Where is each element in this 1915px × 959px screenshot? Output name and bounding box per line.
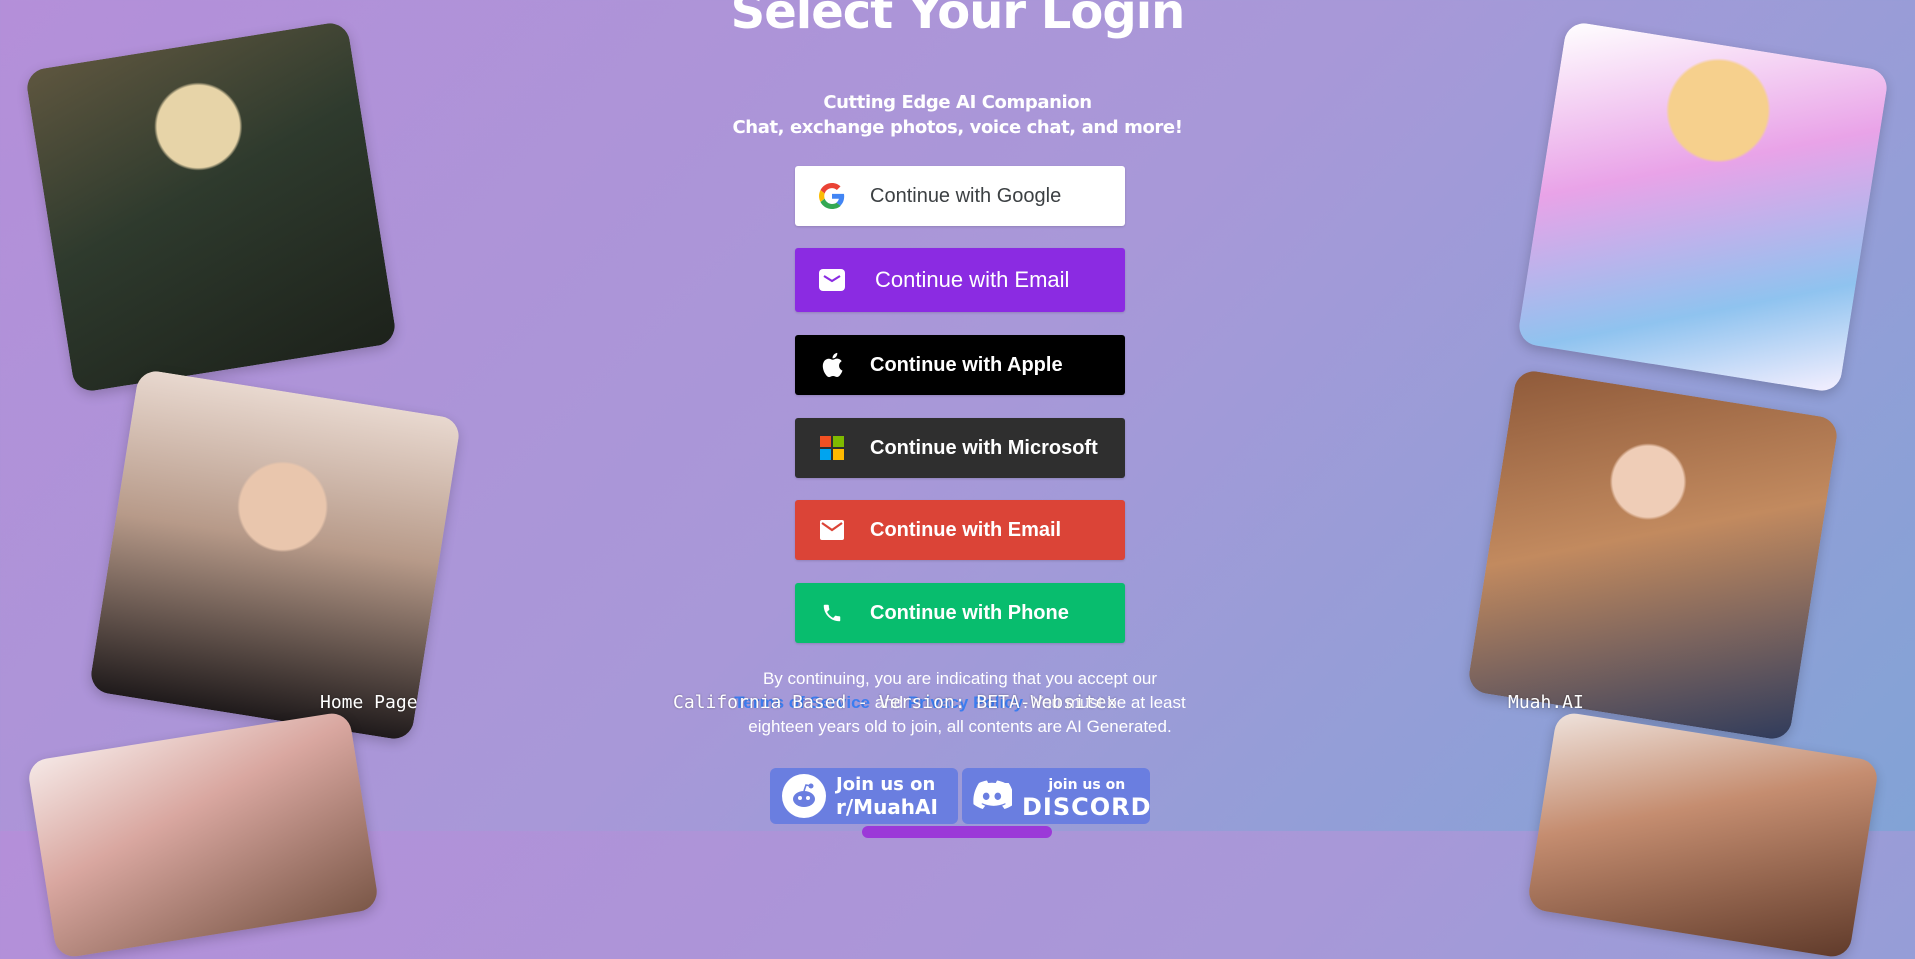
- home-page-link[interactable]: Home Page: [320, 692, 418, 713]
- continue-with-email-button[interactable]: Continue with Email: [795, 248, 1125, 312]
- phone-icon: [819, 600, 845, 626]
- reddit-badge-line2: r/MuahAI: [836, 795, 938, 819]
- discord-badge-text: join us on DISCORD: [1022, 774, 1152, 821]
- google-icon: [819, 183, 845, 209]
- version-label: California Based - Version: BETA-Website…: [673, 692, 1118, 713]
- discord-icon: [972, 780, 1012, 812]
- apple-icon: [819, 352, 845, 378]
- discord-badge-line2: DISCORD: [1022, 793, 1152, 821]
- google-button-label: Continue with Google: [870, 185, 1062, 207]
- character-image-bottom-right: [1526, 710, 1880, 959]
- microsoft-button-label: Continue with Microsoft: [870, 437, 1098, 459]
- reddit-badge-text: Join us on r/MuahAI: [836, 774, 938, 818]
- reddit-community-badge[interactable]: Join us on r/MuahAI: [770, 768, 958, 824]
- character-image-woman-dark-hair: [88, 368, 462, 742]
- apple-button-label: Continue with Apple: [870, 354, 1063, 376]
- consent-line-1: By continuing, you are indicating that y…: [762, 669, 1158, 688]
- continue-with-email-alt-button[interactable]: Continue with Email: [795, 500, 1125, 560]
- muah-ai-link[interactable]: Muah.AI: [1508, 692, 1584, 713]
- consent-line-3: eighteen years old to join, all contents…: [748, 717, 1172, 736]
- continue-with-microsoft-button[interactable]: Continue with Microsoft: [795, 418, 1125, 478]
- character-image-bottom-left: [26, 710, 380, 959]
- reddit-icon: [782, 774, 826, 818]
- mail-icon: [819, 517, 845, 543]
- reddit-badge-line1: Join us on: [836, 774, 936, 795]
- continue-with-apple-button[interactable]: Continue with Apple: [795, 335, 1125, 395]
- microsoft-icon: [819, 435, 845, 461]
- continue-with-google-button[interactable]: Continue with Google: [795, 166, 1125, 226]
- bottom-tab-button[interactable]: [862, 826, 1052, 838]
- email-button-label: Continue with Email: [875, 267, 1070, 292]
- mail-icon: [819, 267, 845, 293]
- character-image-anime-girl: [1516, 20, 1890, 394]
- discord-community-badge[interactable]: join us on DISCORD: [962, 768, 1152, 824]
- phone-button-label: Continue with Phone: [870, 602, 1069, 624]
- character-image-woman-cooking: [1466, 368, 1840, 742]
- email-alt-button-label: Continue with Email: [870, 519, 1062, 541]
- continue-with-phone-button[interactable]: Continue with Phone: [795, 583, 1125, 643]
- character-image-vampire: [24, 20, 398, 394]
